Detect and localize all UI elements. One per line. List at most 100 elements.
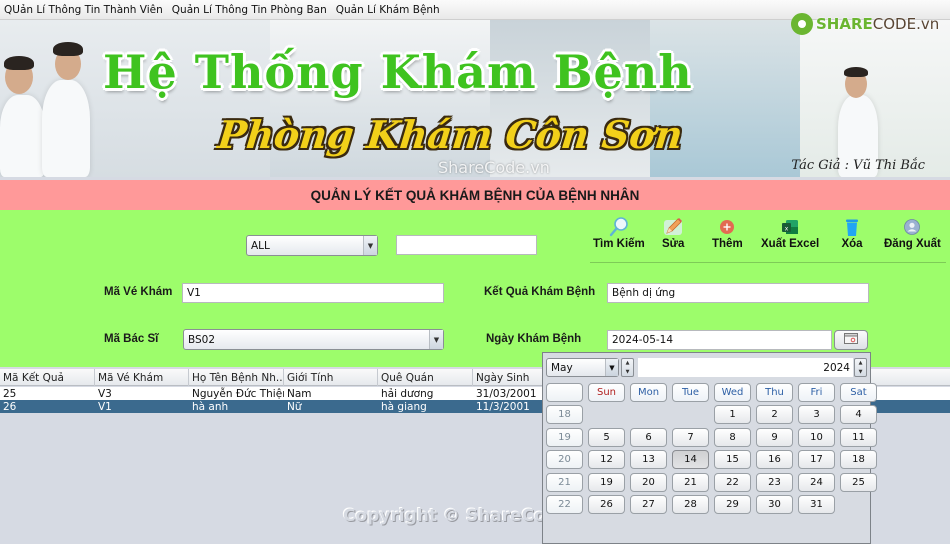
menu-quan-li-phong-ban[interactable]: Quản Lí Thông Tin Phòng Ban — [172, 4, 327, 16]
calendar-day[interactable]: 21 — [672, 473, 709, 492]
calendar-day[interactable]: 23 — [756, 473, 793, 492]
date-picker-button[interactable] — [834, 330, 868, 350]
calendar-day[interactable]: 28 — [672, 495, 709, 514]
delete-button[interactable]: Xóa — [841, 217, 863, 250]
table-cell: Nữ — [287, 400, 302, 413]
trash-icon — [841, 217, 863, 237]
logout-button-label: Đăng Xuất — [884, 238, 941, 250]
ma-ve-kham-label: Mã Vé Khám — [104, 286, 173, 298]
calendar-day[interactable]: 7 — [672, 428, 709, 447]
edit-button-label: Sửa — [662, 238, 685, 250]
month-spinner[interactable]: ▲ ▼ — [621, 358, 634, 377]
staff-hair — [844, 67, 868, 77]
table-cell: V1 — [98, 400, 112, 413]
menu-quan-li-kham-benh[interactable]: Quản Lí Khám Bệnh — [336, 4, 440, 16]
logo-text: CODE.vn — [872, 15, 940, 33]
month-select[interactable]: May ▼ — [546, 358, 619, 377]
calendar-day[interactable]: 8 — [714, 428, 751, 447]
export-excel-button[interactable]: x Xuất Excel — [761, 217, 819, 250]
spinner-up-icon[interactable]: ▲ — [626, 360, 630, 366]
day-header: Mon — [630, 383, 667, 402]
search-button[interactable]: Tìm Kiếm — [593, 217, 645, 250]
column-header[interactable]: Mã Kết Quả — [0, 369, 95, 386]
day-header: Tue — [672, 383, 709, 402]
calendar-day[interactable]: 29 — [714, 495, 751, 514]
calendar-day-selected[interactable]: 14 — [672, 450, 709, 469]
table-cell: hà anh — [192, 400, 229, 413]
logout-button[interactable]: Đăng Xuất — [884, 217, 941, 250]
column-header[interactable]: Họ Tên Bệnh Nh... — [189, 369, 284, 386]
column-header[interactable]: Quê Quán — [378, 369, 473, 386]
export-excel-button-label: Xuất Excel — [761, 238, 820, 250]
ma-bac-si-value: BS02 — [188, 333, 216, 346]
user-icon — [901, 217, 923, 237]
menu-quan-li-thanh-vien[interactable]: QUản Lí Thông Tin Thành Viên — [4, 4, 163, 16]
add-button-label: Thêm — [712, 238, 743, 250]
week-number: 22 — [546, 495, 583, 514]
calendar-day[interactable]: 5 — [588, 428, 625, 447]
calendar-day[interactable]: 3 — [798, 405, 835, 424]
year-spinner[interactable]: ▲ ▼ — [854, 358, 867, 377]
nurse-hair — [53, 42, 83, 56]
search-filter-select[interactable]: ALL ▼ — [246, 235, 378, 256]
calendar-day[interactable]: 31 — [798, 495, 835, 514]
calendar-day[interactable]: 13 — [630, 450, 667, 469]
calendar-day[interactable]: 27 — [630, 495, 667, 514]
excel-icon: x — [779, 217, 801, 237]
day-header: Wed — [714, 383, 751, 402]
calendar-popup: May ▼ ▲ ▼ 2024 ▲ ▼ Sun Mon Tue Wed Thu Fri Sat 18… — [542, 352, 877, 544]
toolbar-divider — [590, 262, 946, 263]
spinner-up-icon[interactable]: ▲ — [859, 360, 863, 366]
banner-author: Tác Giả : Vũ Thi Bắc — [791, 158, 925, 173]
search-icon — [608, 217, 630, 237]
calendar-day[interactable]: 16 — [756, 450, 793, 469]
calendar-day[interactable]: 10 — [798, 428, 835, 447]
chevron-down-icon[interactable]: ▼ — [605, 359, 618, 376]
calendar-day[interactable]: 25 — [840, 473, 877, 492]
column-header[interactable]: Giới Tính — [284, 369, 378, 386]
calendar-day[interactable]: 18 — [840, 450, 877, 469]
calendar-day[interactable]: 11 — [840, 428, 877, 447]
calendar-day[interactable]: 17 — [798, 450, 835, 469]
ket-qua-kham-label: Kết Quả Khám Bệnh — [484, 286, 596, 298]
calendar-day[interactable]: 30 — [756, 495, 793, 514]
table-cell: Nam — [287, 387, 312, 400]
spinner-down-icon[interactable]: ▼ — [859, 369, 863, 375]
table-cell: V3 — [98, 387, 112, 400]
calendar-day[interactable]: 22 — [714, 473, 751, 492]
calendar-day[interactable]: 24 — [798, 473, 835, 492]
table-cell: 25 — [3, 387, 17, 400]
calendar-day[interactable]: 12 — [588, 450, 625, 469]
calendar-icon — [844, 333, 858, 347]
column-header[interactable]: Mã Vé Khám — [95, 369, 189, 386]
calendar-day[interactable]: 26 — [588, 495, 625, 514]
day-header: Fri — [798, 383, 835, 402]
edit-button[interactable]: Sửa — [662, 217, 684, 250]
calendar-day[interactable]: 9 — [756, 428, 793, 447]
ma-bac-si-select[interactable]: BS02 ▼ — [183, 329, 444, 350]
calendar-day[interactable]: 4 — [840, 405, 877, 424]
delete-button-label: Xóa — [841, 238, 863, 250]
ma-ve-kham-input[interactable]: V1 — [182, 283, 444, 303]
calendar-day[interactable]: 15 — [714, 450, 751, 469]
calendar-day[interactable]: 1 — [714, 405, 751, 424]
week-number: 19 — [546, 428, 583, 447]
week-number: 20 — [546, 450, 583, 469]
plus-icon — [716, 217, 738, 237]
calendar-day[interactable]: 19 — [588, 473, 625, 492]
calendar-day[interactable]: 20 — [630, 473, 667, 492]
ngay-kham-input[interactable]: 2024-05-14 — [607, 330, 832, 350]
calendar-day[interactable]: 2 — [756, 405, 793, 424]
spinner-down-icon[interactable]: ▼ — [626, 369, 630, 375]
banner-image: Hệ Thống Khám Bệnh Phòng Khám Côn Sơn Sh… — [0, 20, 950, 177]
search-input[interactable] — [396, 235, 537, 255]
day-header: Sat — [840, 383, 877, 402]
recycle-logo-icon — [791, 13, 813, 35]
ket-qua-kham-input[interactable]: Bệnh dị ứng — [607, 283, 869, 303]
year-input[interactable]: 2024 — [638, 358, 853, 377]
add-button[interactable]: Thêm — [712, 217, 743, 250]
calendar-day[interactable]: 6 — [630, 428, 667, 447]
chevron-down-icon[interactable]: ▼ — [363, 236, 377, 255]
chevron-down-icon[interactable]: ▼ — [429, 330, 443, 349]
week-number: 18 — [546, 405, 583, 424]
